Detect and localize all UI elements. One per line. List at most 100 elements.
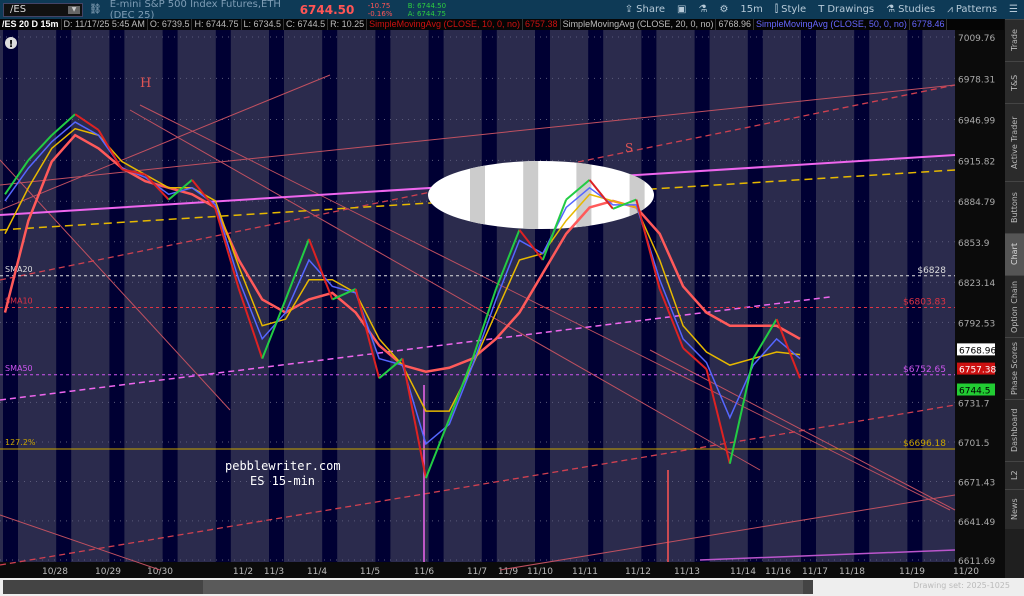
x-tick-label: 10/28 — [42, 567, 68, 577]
x-tick-label: 11/6 — [414, 567, 434, 577]
sidebar-tab-dashboard[interactable]: Dashboard — [1005, 399, 1024, 461]
sidebar-tab-buttons[interactable]: Buttons — [1005, 181, 1024, 233]
session-band — [109, 30, 125, 562]
pattern-icon: ⩘ — [947, 4, 953, 15]
button-label: Patterns — [955, 4, 998, 15]
session-band — [641, 30, 657, 562]
sma10-label[interactable]: SimpleMovingAvg (CLOSE, 10, 0, no) — [367, 19, 524, 30]
sma20-value: 6768.96 — [716, 19, 755, 30]
study-header: /ES 20 D 15m D: 11/17/25 5:45 AM O: 6739… — [0, 19, 1004, 30]
sma50-value: 6778.46 — [910, 19, 948, 30]
sidebar-tab-chart[interactable]: Chart — [1005, 233, 1024, 275]
scroll-thumb[interactable] — [203, 580, 803, 594]
link-icon[interactable]: ⛓ — [89, 4, 102, 15]
symbol-text: /ES — [10, 3, 27, 15]
chart-symbol: /ES 20 D 15m — [0, 19, 62, 30]
flask-icon: ⚗ — [698, 4, 708, 15]
sidebar-tab-l2[interactable]: L2 — [1005, 461, 1024, 489]
change-percent: -0.16% — [367, 9, 393, 18]
x-tick-label: 11/14 — [730, 567, 756, 577]
chevron-down-icon[interactable]: ▼ — [68, 5, 80, 14]
session-band — [375, 30, 391, 562]
scroll-track[interactable] — [3, 580, 813, 594]
x-tick-label: 10/29 — [95, 567, 121, 577]
share-icon: ⇪ — [624, 4, 634, 15]
bar-date: D: 11/17/25 5:45 AM — [62, 19, 148, 30]
x-tick-label: 11/3 — [264, 567, 284, 577]
sma50-label[interactable]: SimpleMovingAvg (CLOSE, 50, 0, no) — [754, 19, 910, 30]
price-axis[interactable] — [955, 30, 1005, 578]
button-label: Share — [636, 4, 666, 15]
patterns-button[interactable]: ⩘ Patterns — [947, 4, 997, 15]
sidebar-tab-option-chain[interactable]: Option Chain — [1005, 275, 1024, 337]
y-tick-label: 6611.69 — [958, 557, 995, 567]
x-tick-label: 11/19 — [899, 567, 925, 577]
y-tick-label: 6884.79 — [958, 198, 995, 208]
session-band — [535, 30, 550, 562]
flask-icon: ⚗ — [886, 4, 896, 15]
level-value: $6803.83 — [903, 298, 946, 308]
toolbar-buttons: ⇪ Share ▣ ⚗ ⚙ 15m ⫿ Style T Drawings ⚗ Studies ⩘ Patt… — [613, 4, 1018, 15]
sidebar-tab-t-s[interactable]: T&S — [1005, 61, 1024, 103]
session-band — [162, 30, 178, 562]
level-value: $6752.65 — [903, 365, 946, 375]
sidebar-tab-news[interactable]: News — [1005, 489, 1024, 529]
bar-open: O: 6739.5 — [148, 19, 193, 30]
session-band — [747, 30, 763, 562]
annotation-h[interactable]: H — [140, 76, 151, 91]
annotation-s[interactable]: S — [625, 141, 633, 155]
sidebar-tab-active-trader[interactable]: Active Trader — [1005, 103, 1024, 181]
change-value: -10.75 — [367, 1, 391, 10]
flask-button[interactable]: ⚗ — [698, 4, 707, 15]
x-tick-label: 11/20 — [953, 567, 979, 577]
alert-icon: ▣ — [677, 4, 687, 15]
session-band — [907, 30, 923, 562]
y-tick-label: 6701.5 — [958, 439, 990, 449]
price-chart[interactable]: 7009.76 6978.31 6946.99 6915.82 6884.79 6853.… — [0, 30, 1005, 578]
x-tick-label: 11/4 — [307, 567, 327, 577]
button-label: Studies — [898, 4, 936, 15]
price-tag-text: 6757.38 — [959, 366, 996, 376]
alert-button[interactable]: ▣ — [677, 4, 686, 15]
y-tick-label: 6671.43 — [958, 479, 995, 489]
level-label: SMA20 — [5, 265, 33, 274]
level-value: $6828 — [917, 266, 946, 276]
button-label: Style — [781, 4, 807, 15]
x-tick-label: 11/11 — [572, 567, 598, 577]
button-label: Drawings — [827, 4, 875, 15]
instrument-description: E-mini S&P 500 Index Futures,ETH (DEC 25… — [109, 0, 281, 21]
bid-ask: B: 6744.50 A: 6744.75 — [408, 2, 458, 18]
candle-icon: ⫿ — [774, 4, 779, 15]
share-button[interactable]: ⇪ Share — [625, 4, 665, 15]
watermark-label: ES 15-min — [250, 474, 315, 488]
bar-high: H: 6744.75 — [192, 19, 242, 30]
session-band — [56, 30, 72, 562]
drawing-set[interactable]: Drawing set: 2025-1025 — [913, 581, 1010, 590]
x-tick-label: 11/17 — [802, 567, 828, 577]
chart-scrollbar[interactable]: Drawing set: 2025-1025 — [0, 578, 1024, 596]
bar-close: C: 6744.5 — [284, 19, 329, 30]
sma20-label[interactable]: SimpleMovingAvg (CLOSE, 20, 0, no) — [561, 19, 717, 30]
button-label: 15m — [740, 4, 763, 15]
level-value: $6696.18 — [903, 439, 946, 449]
x-tick-label: 11/12 — [625, 567, 651, 577]
watermark-site: pebblewriter.com — [225, 459, 341, 473]
drawings-button[interactable]: T Drawings — [818, 4, 874, 15]
sidebar-tab-trade[interactable]: Trade — [1005, 19, 1024, 61]
last-price: 6744.50 — [299, 2, 355, 17]
y-tick-label: 6853.9 — [958, 239, 990, 249]
session-band — [215, 30, 231, 562]
symbol-input[interactable]: /ES ▼ — [3, 2, 83, 17]
x-tick-label: 10/30 — [147, 567, 173, 577]
15m-button[interactable]: 15m — [740, 4, 762, 15]
menu-button[interactable]: ☰ — [1009, 4, 1018, 15]
x-tick-label: 11/18 — [839, 567, 865, 577]
gear-icon: ⚙ — [719, 4, 729, 15]
style-button[interactable]: ⫿ Style — [775, 4, 806, 15]
session-band — [801, 30, 816, 562]
studies-button[interactable]: ⚗ Studies — [886, 4, 935, 15]
price-tag-text: 6768.96 — [959, 346, 996, 356]
sidebar-tab-phase-scores[interactable]: Phase Scores — [1005, 337, 1024, 399]
gear-button[interactable]: ⚙ — [719, 4, 728, 15]
menu-icon: ☰ — [1009, 4, 1018, 15]
